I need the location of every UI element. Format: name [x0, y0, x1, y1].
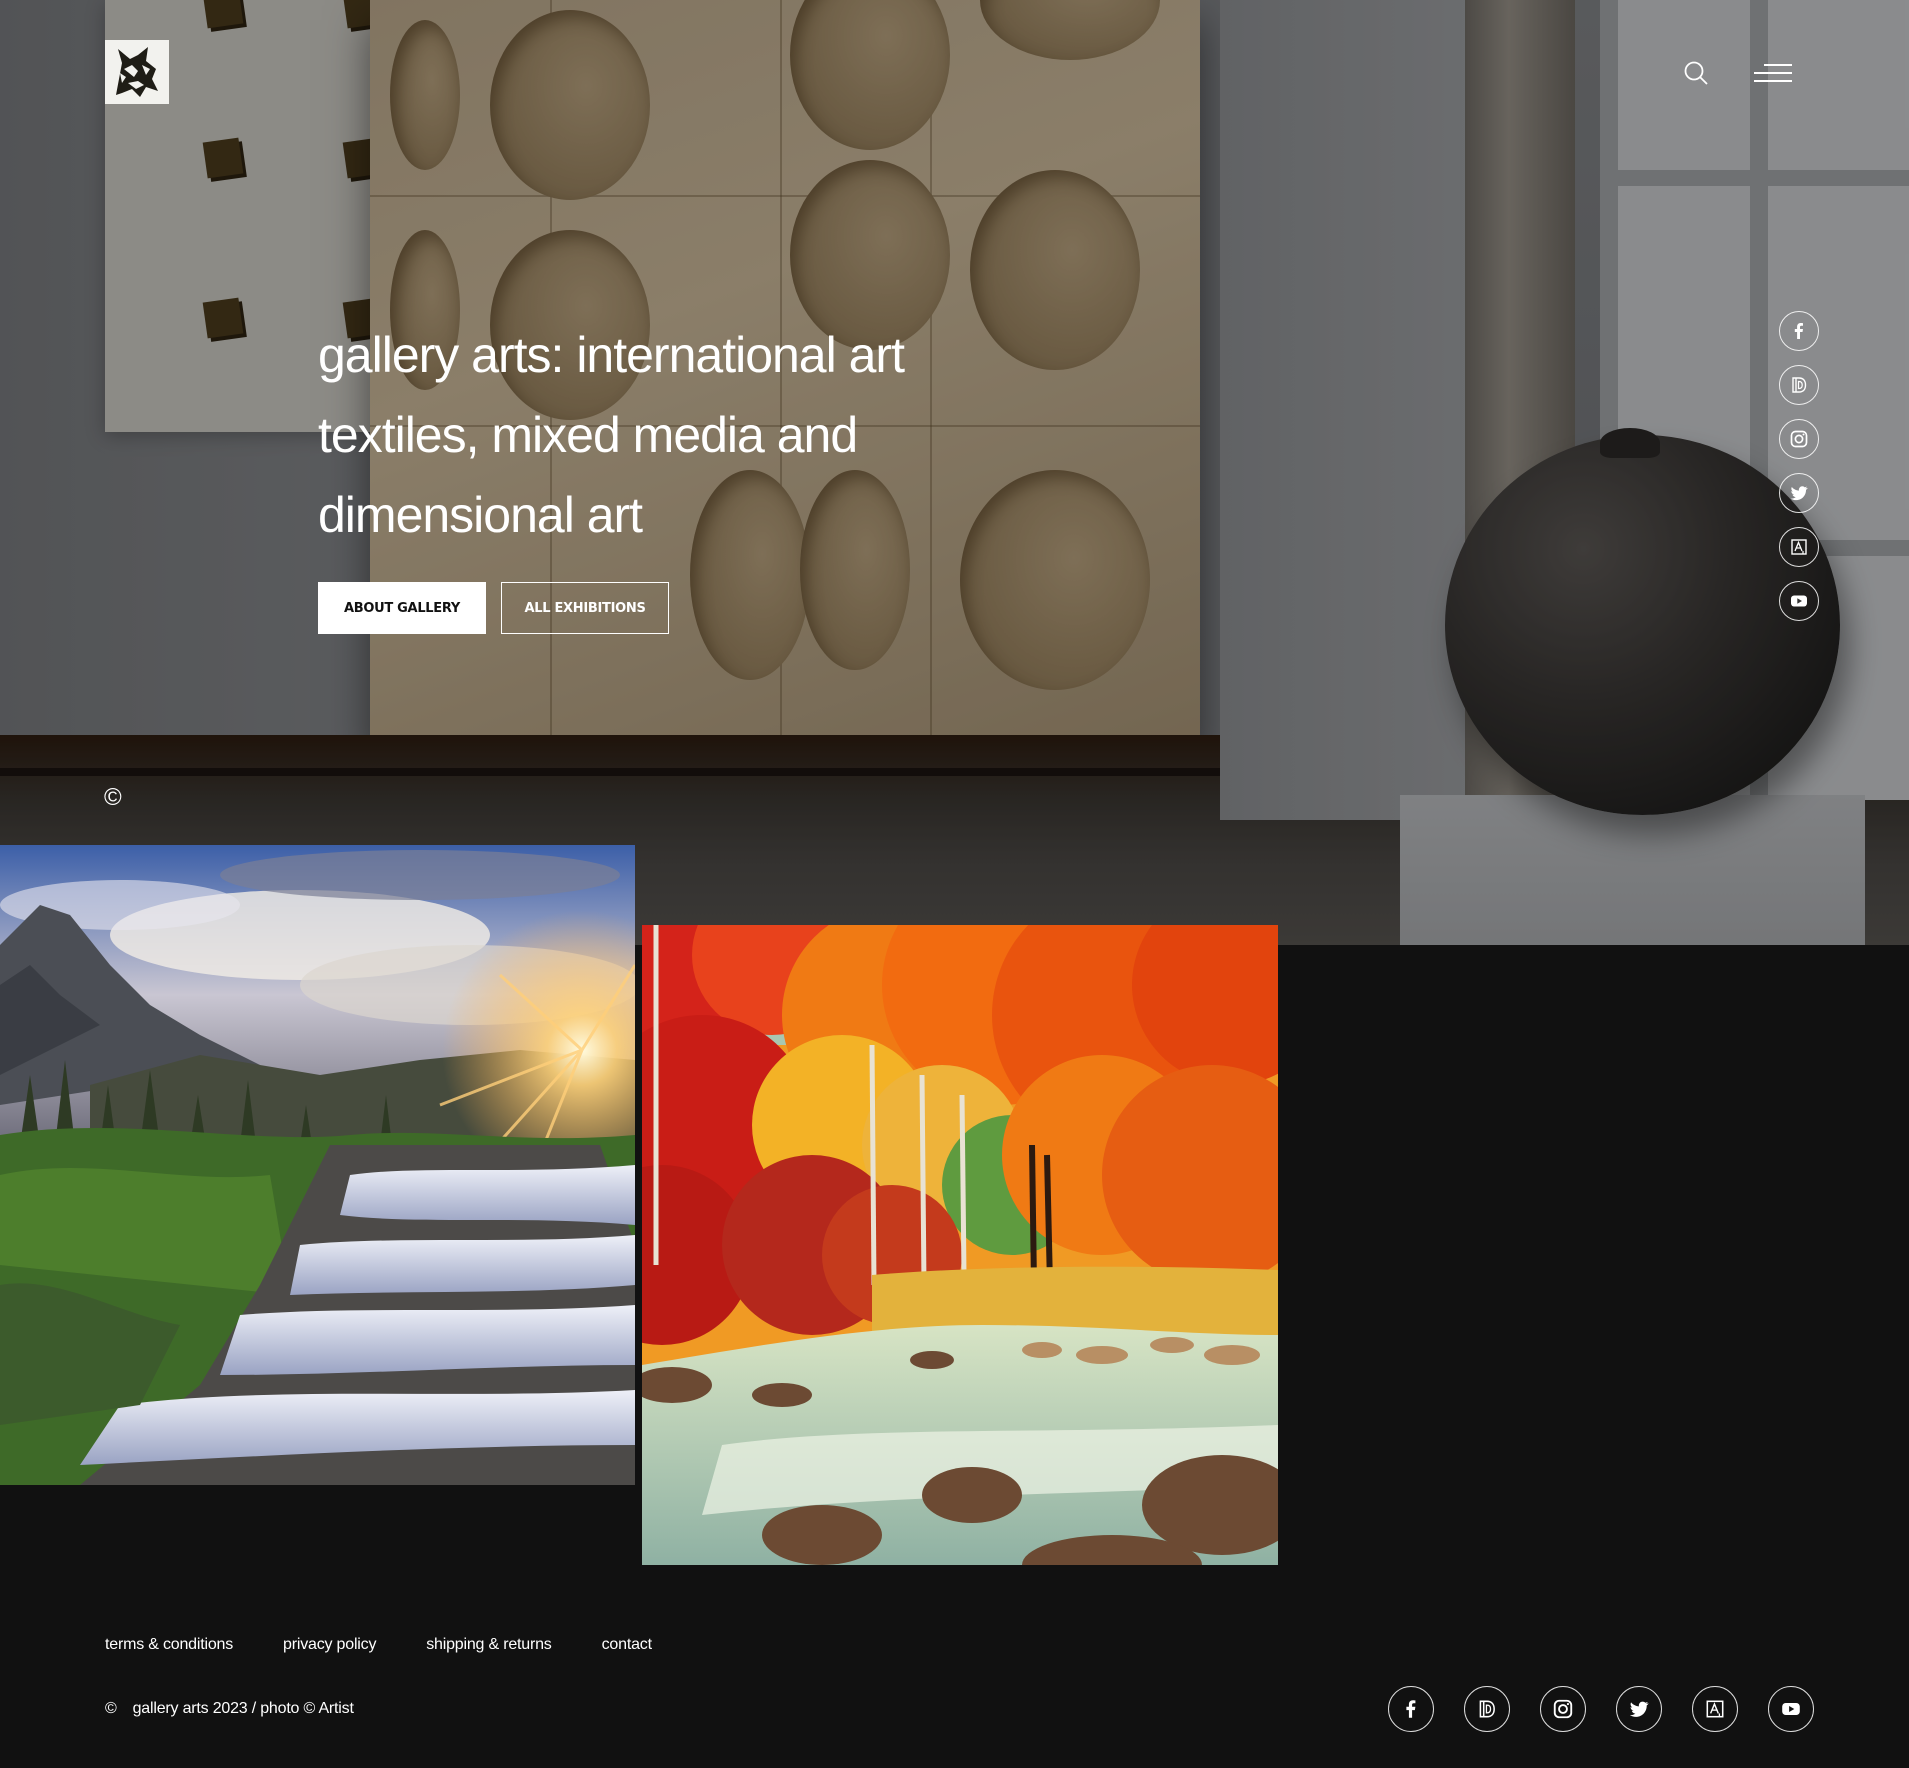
d-logo-link[interactable]: [1779, 365, 1819, 405]
twitter-link[interactable]: [1779, 473, 1819, 513]
footer-copyright: © gallery arts 2023 / photo © Artist: [105, 1700, 354, 1718]
footer-youtube-link[interactable]: [1768, 1686, 1814, 1732]
hero-title: gallery arts: international art textiles…: [318, 315, 958, 555]
footer-facebook-link[interactable]: [1388, 1686, 1434, 1732]
copyright-text: gallery arts 2023 / photo © Artist: [132, 1700, 354, 1717]
footer-link-terms[interactable]: terms & conditions: [105, 1636, 233, 1654]
about-gallery-button[interactable]: ABOUT GALLERY: [318, 582, 486, 634]
waterfall-landscape-image: [0, 845, 635, 1485]
copyright-symbol: ©: [105, 1700, 117, 1717]
footer-twitter-link[interactable]: [1616, 1686, 1662, 1732]
footer-nav: terms & conditions privacy policy shippi…: [105, 1636, 652, 1654]
wolf-logo-icon: [116, 47, 158, 97]
a-frame-icon: [1791, 539, 1807, 555]
d-logo-icon: [1792, 377, 1807, 393]
gallery-image-autumn[interactable]: [642, 925, 1278, 1565]
youtube-icon: [1782, 1702, 1800, 1716]
search-icon: [1684, 61, 1708, 85]
footer-d-logo-link[interactable]: [1464, 1686, 1510, 1732]
instagram-icon: [1790, 430, 1808, 448]
all-exhibitions-button[interactable]: ALL EXHIBITIONS: [501, 582, 669, 634]
hero-title-line: dimensional art: [318, 487, 643, 543]
footer-instagram-link[interactable]: [1540, 1686, 1586, 1732]
footer-link-contact[interactable]: contact: [602, 1636, 652, 1654]
search-button[interactable]: [1683, 60, 1713, 90]
facebook-icon: [1406, 1700, 1416, 1718]
footer-social-links: [1388, 1686, 1814, 1732]
youtube-link[interactable]: [1779, 581, 1819, 621]
hero-copyright-symbol[interactable]: ©: [104, 784, 122, 812]
instagram-link[interactable]: [1779, 419, 1819, 459]
a-frame-link[interactable]: [1779, 527, 1819, 567]
side-social-links: [1779, 311, 1819, 635]
hero-title-line: textiles, mixed media and: [318, 407, 858, 463]
instagram-icon: [1553, 1699, 1573, 1719]
twitter-icon: [1629, 1701, 1649, 1717]
facebook-icon: [1794, 323, 1803, 339]
site-logo[interactable]: [105, 40, 169, 104]
hamburger-menu-button[interactable]: [1752, 60, 1792, 86]
hero-title-line: gallery arts: international art: [318, 327, 905, 383]
footer-link-privacy[interactable]: privacy policy: [283, 1636, 376, 1654]
facebook-link[interactable]: [1779, 311, 1819, 351]
twitter-icon: [1790, 486, 1808, 501]
hamburger-menu-icon: [1764, 64, 1792, 66]
d-logo-icon: [1479, 1700, 1495, 1718]
a-frame-icon: [1706, 1700, 1724, 1718]
footer-a-frame-link[interactable]: [1692, 1686, 1738, 1732]
youtube-icon: [1791, 595, 1807, 607]
autumn-river-painting: [642, 925, 1278, 1565]
gallery-image-waterfall[interactable]: [0, 845, 635, 1485]
footer-link-shipping[interactable]: shipping & returns: [426, 1636, 552, 1654]
